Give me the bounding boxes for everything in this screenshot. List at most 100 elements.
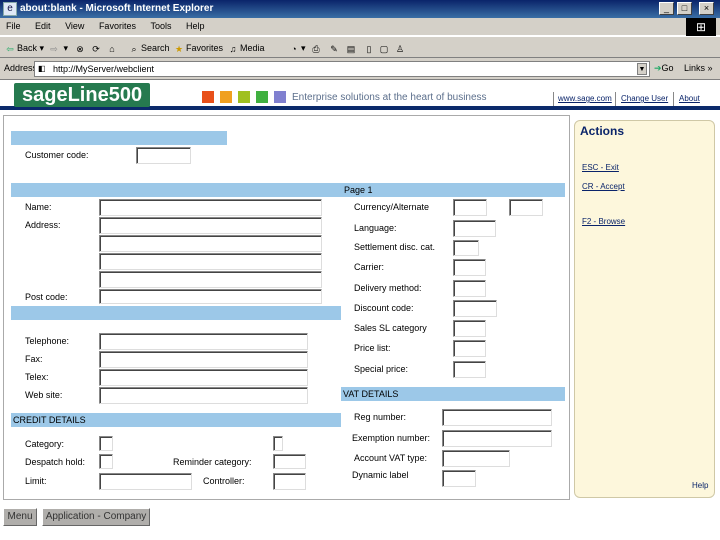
menu-file[interactable]: File	[0, 18, 27, 31]
action-browse-link[interactable]: F2 - Browse	[582, 217, 625, 226]
change-user-link[interactable]: Change User	[621, 94, 668, 103]
controller-input[interactable]	[273, 473, 306, 490]
delivery-method-input[interactable]	[453, 280, 486, 297]
favorites-icon: ★	[174, 43, 184, 54]
address-input[interactable]: ◧ http://MyServer/webclient ▼	[34, 61, 650, 77]
stop-icon: ⊗	[76, 43, 84, 54]
action-exit-link[interactable]: ESC - Exit	[582, 163, 619, 172]
back-label: Back	[17, 43, 38, 53]
currency-label: Currency/Alternate	[354, 202, 430, 212]
research-button[interactable]: ▯	[363, 41, 376, 55]
media-button[interactable]: ♫ Media	[227, 41, 265, 55]
back-arrow-icon: ⇦	[6, 43, 14, 54]
account-vat-type-input[interactable]	[442, 450, 510, 467]
exemption-number-label: Exemption number:	[352, 433, 431, 443]
stop-button[interactable]: ⊗	[74, 41, 87, 55]
alternate-currency-input[interactable]	[509, 199, 543, 216]
address-line-1[interactable]	[99, 217, 322, 234]
color-square	[274, 91, 286, 103]
address-dropdown-icon[interactable]: ▼	[637, 63, 647, 75]
credit-details-bar: CREDIT DETAILS	[11, 413, 341, 427]
menu-edit[interactable]: Edit	[29, 18, 57, 31]
discuss-button[interactable]: ▤	[345, 41, 358, 55]
dynamic-label: Dynamic label	[352, 470, 409, 480]
website-input[interactable]	[99, 387, 308, 404]
minimize-button[interactable]: _	[659, 2, 674, 15]
address-line-2[interactable]	[99, 235, 322, 252]
language-input[interactable]	[453, 220, 496, 237]
edit-icon: ✎	[330, 43, 338, 54]
address-line-4[interactable]	[99, 271, 322, 288]
address-bar: Address ◧ http://MyServer/webclient ▼ ➔G…	[0, 58, 720, 80]
address-label: Address	[4, 63, 38, 73]
sage-website-link[interactable]: www.sage.com	[558, 94, 612, 103]
special-price-input[interactable]	[453, 361, 486, 378]
address-value: http://MyServer/webclient	[53, 64, 155, 74]
messenger-icon: ▢	[379, 43, 389, 54]
media-icon: ♫	[229, 43, 237, 54]
currency-input[interactable]	[453, 199, 487, 216]
sales-category-input[interactable]	[453, 320, 486, 337]
links-button[interactable]: Links »	[684, 63, 713, 73]
about-link[interactable]: About	[679, 94, 700, 103]
forward-button[interactable]: ⇨ ▾	[48, 41, 68, 55]
menu-help[interactable]: Help	[180, 18, 211, 31]
print-button[interactable]: ⎙	[310, 41, 323, 55]
reminder-category-input[interactable]	[273, 454, 306, 469]
go-button[interactable]: ➔Go	[654, 63, 674, 74]
home-button[interactable]: ⌂	[106, 41, 119, 55]
application-company-button[interactable]: Application - Company	[42, 508, 150, 526]
exemption-number-input[interactable]	[442, 430, 552, 447]
menu-button[interactable]: Menu	[3, 508, 37, 526]
reg-number-input[interactable]	[442, 409, 552, 426]
edit-button[interactable]: ✎	[328, 41, 341, 55]
address-line-3[interactable]	[99, 253, 322, 270]
search-button[interactable]: ⌕ Search	[128, 41, 170, 55]
telex-input[interactable]	[99, 369, 308, 386]
sales-category-label: Sales SL category	[354, 323, 427, 333]
maximize-button[interactable]: □	[677, 2, 692, 15]
telephone-input[interactable]	[99, 333, 308, 350]
go-arrow-icon: ➔	[654, 63, 662, 73]
customer-code-label: Customer code:	[25, 150, 89, 160]
favorites-button[interactable]: ★ Favorites	[173, 41, 223, 55]
name-input[interactable]	[99, 199, 322, 216]
color-square	[220, 91, 232, 103]
menu-tools[interactable]: Tools	[144, 18, 177, 31]
fax-input[interactable]	[99, 351, 308, 368]
settlement-input[interactable]	[453, 240, 479, 256]
customer-code-input[interactable]	[136, 147, 191, 164]
user-button[interactable]: ♙	[394, 41, 407, 55]
reg-number-label: Reg number:	[354, 412, 407, 422]
action-accept-link[interactable]: CR - Accept	[582, 182, 625, 191]
app-header: sageLine500 Enterprise solutions at the …	[0, 80, 720, 110]
language-label: Language:	[354, 223, 397, 233]
menu-view[interactable]: View	[59, 18, 90, 31]
fax-label: Fax:	[25, 354, 43, 364]
close-button[interactable]: ×	[699, 2, 714, 15]
credit-details-heading: CREDIT DETAILS	[13, 415, 86, 425]
menu-favorites[interactable]: Favorites	[93, 18, 142, 31]
discount-code-input[interactable]	[453, 300, 497, 317]
tagline: Enterprise solutions at the heart of bus…	[292, 92, 487, 103]
window-title: about:blank - Microsoft Internet Explore…	[20, 3, 214, 14]
limit-input[interactable]	[99, 473, 192, 490]
despatch-hold-input[interactable]	[99, 454, 113, 469]
messenger-button[interactable]: ▢	[378, 41, 391, 55]
refresh-button[interactable]: ⟳	[90, 41, 103, 55]
back-button[interactable]: ⇦ Back ▾	[4, 41, 44, 55]
limit-label: Limit:	[25, 476, 47, 486]
color-square	[202, 91, 214, 103]
post-code-input[interactable]	[99, 289, 322, 304]
help-link[interactable]: Help	[692, 481, 708, 490]
post-code-label: Post code:	[25, 292, 68, 302]
divider	[615, 92, 616, 106]
category-input[interactable]	[99, 436, 113, 451]
search-label: Search	[141, 43, 170, 53]
divider	[673, 92, 674, 106]
history-button[interactable]: ◔ ▾	[288, 41, 305, 55]
carrier-input[interactable]	[453, 259, 486, 276]
category-extra-input[interactable]	[273, 436, 283, 451]
dynamic-input[interactable]	[442, 470, 476, 487]
price-list-input[interactable]	[453, 340, 486, 357]
